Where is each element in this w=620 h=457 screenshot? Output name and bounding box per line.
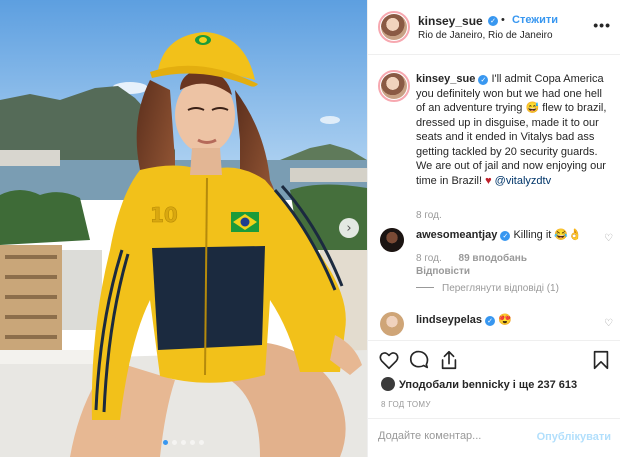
verified-icon: ✓ <box>478 75 489 85</box>
verified-icon: ✓ <box>488 16 498 26</box>
comment-input[interactable] <box>378 430 538 442</box>
instagram-post: 10 › kinsey_sue ✓ • Стежити Rio de Janei… <box>0 0 620 457</box>
author-username[interactable]: kinsey_sue <box>418 14 483 28</box>
verified-icon: ✓ <box>500 231 511 241</box>
post-photo[interactable]: 10 › <box>0 0 367 457</box>
commenter-avatar[interactable] <box>380 312 404 336</box>
next-arrow-icon[interactable]: › <box>339 218 359 238</box>
carousel-dot <box>163 440 168 445</box>
carousel-dot <box>172 440 177 445</box>
comment-username[interactable]: awesomeantjay <box>416 229 497 241</box>
caption-time: 8 год. <box>416 210 442 221</box>
commenter-avatar[interactable] <box>380 228 404 252</box>
view-replies-button[interactable]: Переглянути відповіді (1) <box>416 283 559 294</box>
comment-meta: 8 год. 89 вподобань <box>416 253 527 264</box>
photo-image: 10 <box>0 0 367 457</box>
caption-avatar[interactable] <box>378 70 410 102</box>
carousel-dot <box>190 440 195 445</box>
location-link[interactable]: Rio de Janeiro, Rio de Janeiro <box>418 30 553 41</box>
author-avatar[interactable] <box>378 11 410 43</box>
post-header: kinsey_sue ✓ • Стежити Rio de Janeiro, R… <box>368 0 620 55</box>
replies-line <box>416 287 434 288</box>
post-side-panel: kinsey_sue ✓ • Стежити Rio de Janeiro, R… <box>367 0 620 457</box>
comment-text: Killing it 😂👌 <box>513 229 582 241</box>
comment: awesomeantjay ✓ Killing it 😂👌 <box>416 228 596 242</box>
likes-text: Уподобали bennicky і ще 237 613 <box>399 379 578 391</box>
comment-likes[interactable]: 89 вподобань <box>459 253 527 264</box>
comment-composer: Опублікувати <box>368 418 620 457</box>
reply-button[interactable]: Відповісти <box>416 266 470 277</box>
bookmark-icon[interactable] <box>590 349 612 371</box>
comment-time: 8 год. <box>416 253 442 264</box>
view-replies-label: Переглянути відповіді (1) <box>442 283 559 294</box>
comment-text: 😍 <box>498 314 512 326</box>
comment-like-icon[interactable]: ♡ <box>604 318 615 329</box>
liker-avatar <box>381 377 395 391</box>
comment-username[interactable]: lindseypelas <box>416 314 482 326</box>
comment: lindseypelas ✓ 😍 <box>416 313 596 327</box>
svg-text:10: 10 <box>150 203 178 227</box>
carousel-dots <box>0 440 367 445</box>
carousel-dot <box>181 440 186 445</box>
heart-emoji: ♥ <box>485 174 492 187</box>
more-options-icon[interactable]: ••• <box>593 17 611 33</box>
follow-button[interactable]: Стежити <box>512 14 558 26</box>
caption-body: I'll admit Copa America you definitely w… <box>416 73 607 187</box>
caption-mention[interactable]: @vitalyzdtv <box>495 175 551 187</box>
comment-like-icon[interactable]: ♡ <box>604 233 615 244</box>
header-separator: • <box>501 14 505 26</box>
heart-icon[interactable] <box>378 349 400 371</box>
comment-icon[interactable] <box>408 349 430 371</box>
share-icon[interactable] <box>438 349 460 371</box>
likes-summary[interactable]: Уподобали bennicky і ще 237 613 <box>381 377 577 391</box>
publish-button[interactable]: Опублікувати <box>537 431 611 443</box>
verified-icon: ✓ <box>485 316 496 326</box>
post-timestamp: 8 ГОД ТОМУ <box>381 400 431 409</box>
carousel-dot <box>199 440 204 445</box>
caption-username[interactable]: kinsey_sue <box>416 73 475 85</box>
caption-text: kinsey_sue ✓ I'll admit Copa America you… <box>416 72 612 188</box>
